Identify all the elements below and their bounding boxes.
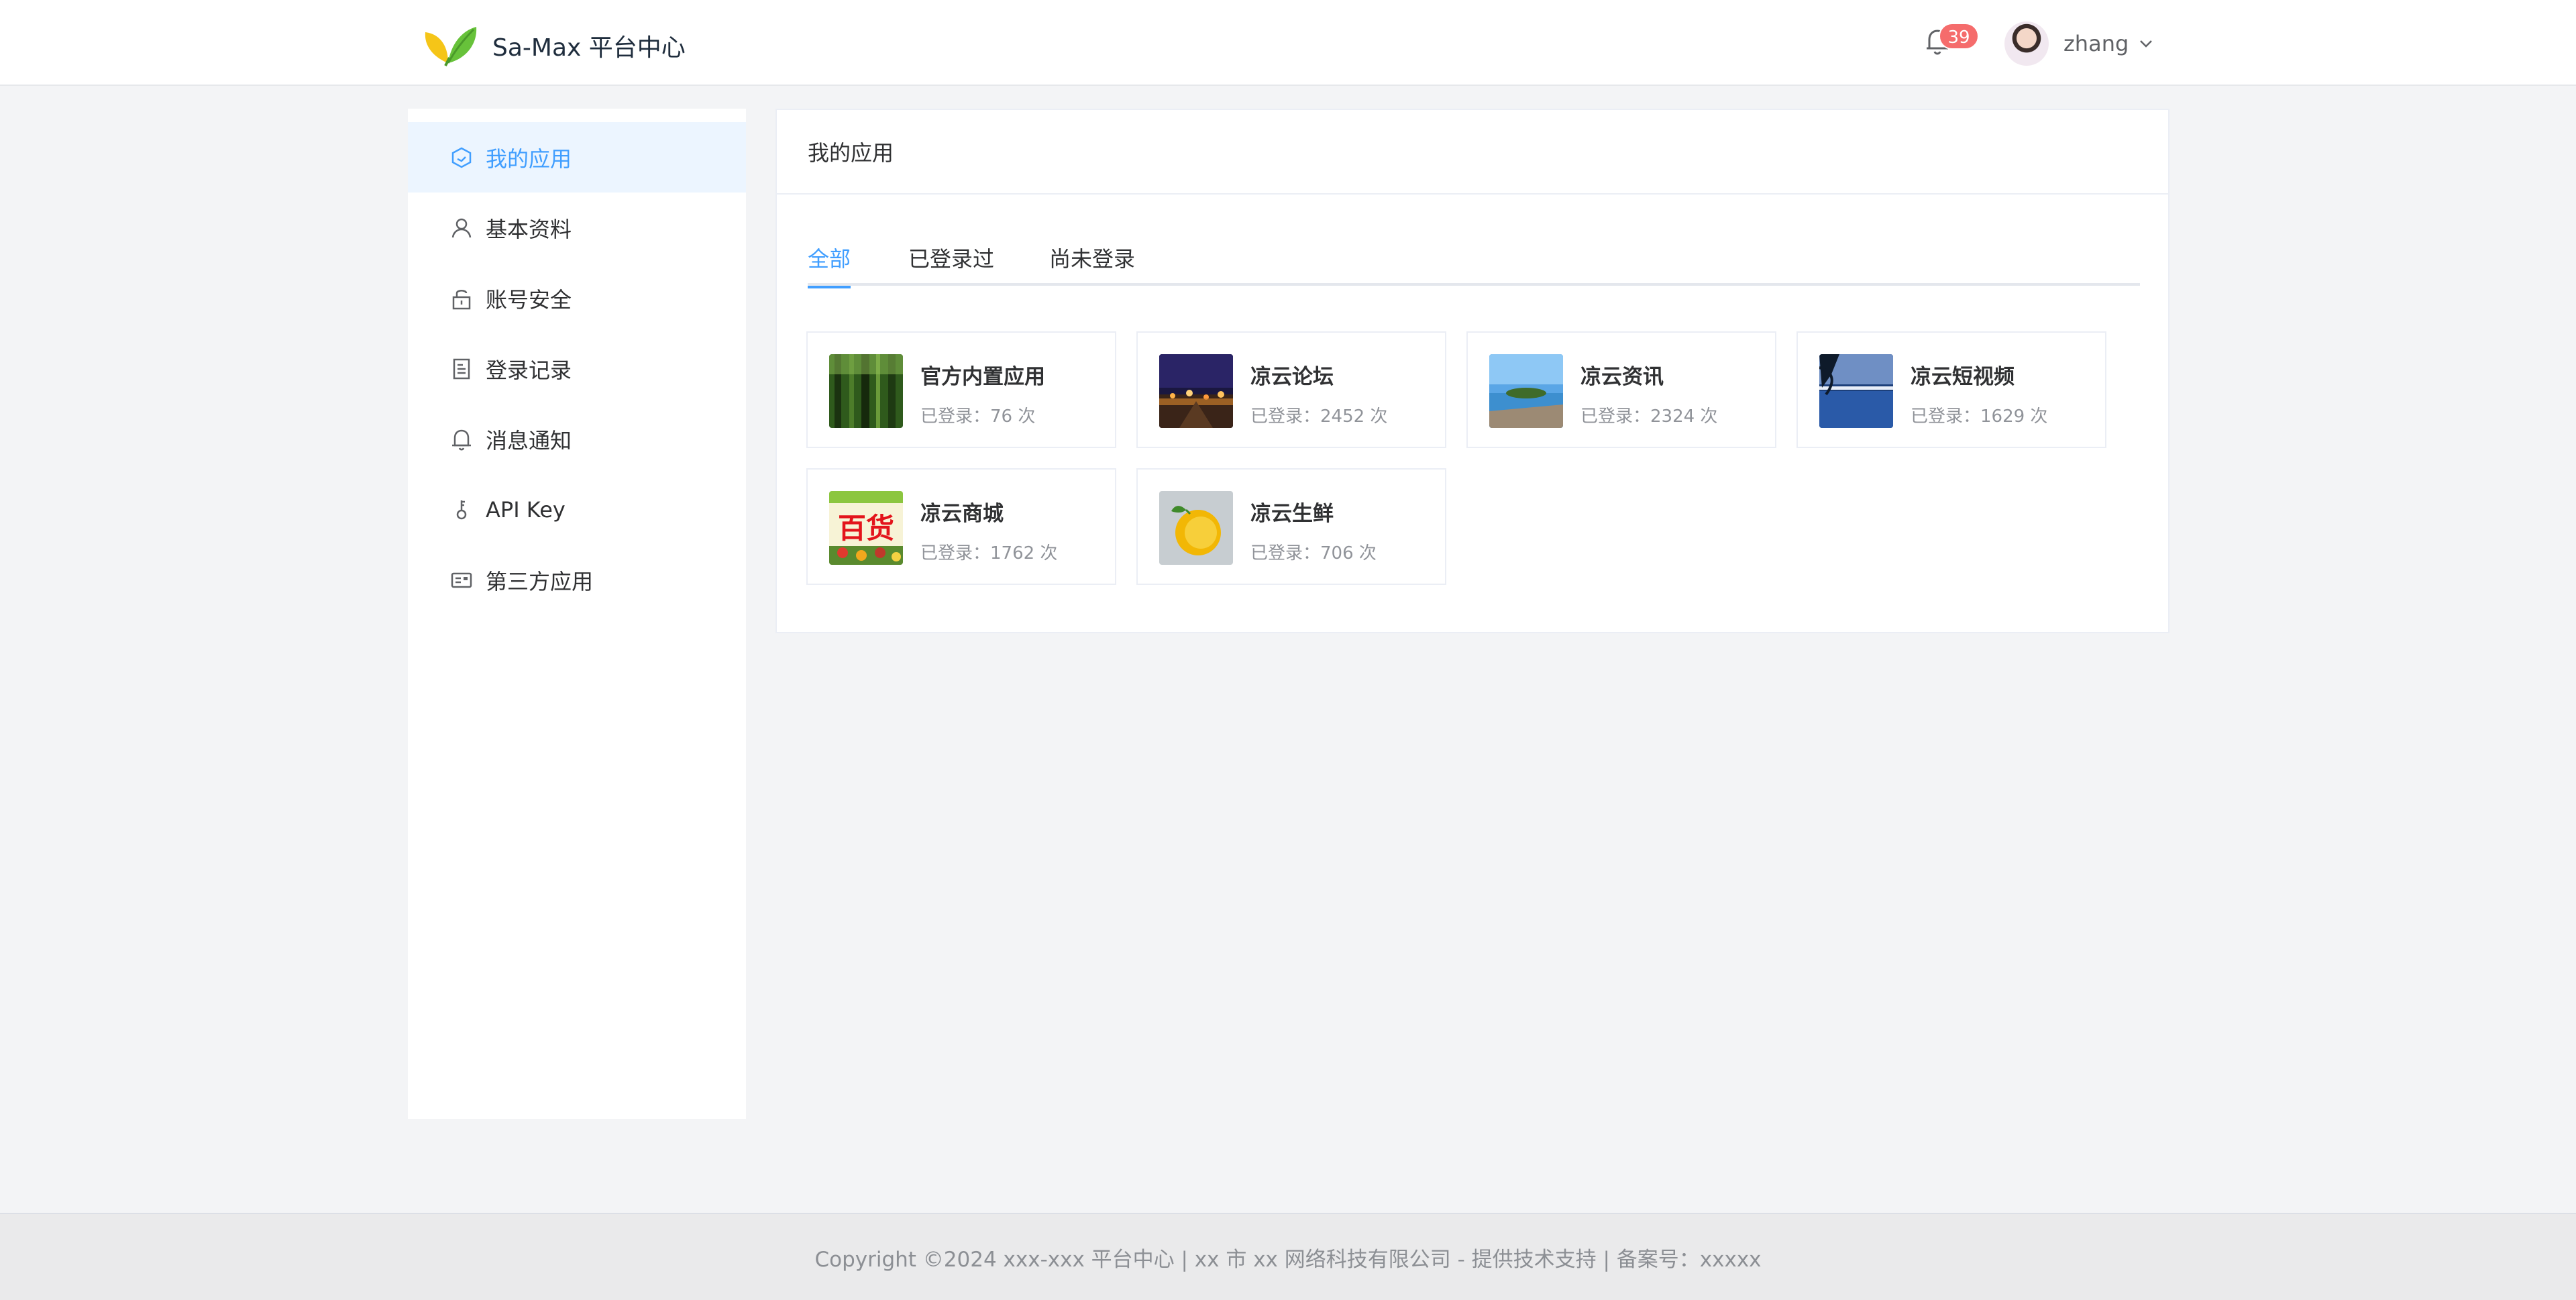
sidebar-item-label: 账号安全 [486, 286, 572, 313]
app-card[interactable]: 凉云资讯 已登录：2324 次 [1466, 331, 1776, 448]
bell-icon [452, 429, 471, 450]
avatar [2004, 21, 2049, 66]
sidebar-item-label: 登录记录 [486, 357, 572, 383]
sidebar-item-third-party-apps[interactable]: 第三方应用 [408, 545, 746, 615]
sidebar-item-profile[interactable]: 基本资料 [408, 193, 746, 263]
app-login-count: 已登录：706 次 [1250, 543, 1377, 563]
app-login-count: 已登录：1762 次 [920, 543, 1058, 563]
sidebar-item-label: 基本资料 [486, 216, 572, 242]
card-title: 我的应用 [777, 110, 2168, 195]
my-apps-card: 我的应用 全部 已登录过 尚未登录 官方内置应用 已登录：76 次 凉云论坛 已… [775, 109, 2169, 633]
app-name: 凉云生鲜 [1250, 502, 1334, 526]
app-name: 凉云商城 [920, 502, 1004, 526]
orange-image [1159, 491, 1233, 565]
app-card[interactable]: 凉云生鲜 已登录：706 次 [1136, 468, 1446, 585]
app-filter-tabs: 全部 已登录过 尚未登录 [808, 239, 2140, 288]
app-name: 凉云短视频 [1911, 365, 2015, 389]
footer: Copyright ©2024 xxx-xxx 平台中心 | xx 市 xx 网… [0, 1213, 2576, 1300]
tab-not-logged-in[interactable]: 尚未登录 [1049, 239, 1135, 286]
sidebar-item-notifications[interactable]: 消息通知 [408, 404, 746, 474]
app-name: 凉云资讯 [1580, 365, 1664, 389]
sidebar-item-my-apps[interactable]: 我的应用 [408, 122, 746, 193]
tab-logged-in[interactable]: 已登录过 [908, 239, 994, 286]
unlock-icon [452, 289, 471, 309]
user-menu[interactable]: zhang [2004, 21, 2154, 66]
app-name: 凉云论坛 [1250, 365, 1334, 389]
sidebar-menu: 我的应用 基本资料 账号安全 登录记录 消息通知 API Key 第三方应用 [408, 122, 746, 615]
sidebar: 我的应用 基本资料 账号安全 登录记录 消息通知 API Key 第三方应用 [408, 109, 746, 1119]
cube-icon [451, 147, 472, 168]
sidebar-item-security[interactable]: 账号安全 [408, 263, 746, 333]
copyright-text: Copyright ©2024 xxx-xxx 平台中心 | xx 市 xx 网… [814, 1247, 1762, 1272]
top-header: Sa-Max 平台中心 39 zhang [0, 0, 2576, 86]
app-card[interactable]: 凉云短视频 已登录：1629 次 [1796, 331, 2106, 448]
night-city-image [1159, 354, 1233, 428]
leaf-logo-icon [425, 27, 477, 66]
app-login-count: 已登录：2324 次 [1580, 407, 1718, 427]
baihuo-image: 百货 [829, 491, 903, 565]
document-icon [453, 358, 470, 379]
app-login-count: 已登录：1629 次 [1911, 407, 2048, 427]
sidebar-item-label: 第三方应用 [486, 568, 594, 594]
app-card[interactable]: 凉云论坛 已登录：2452 次 [1136, 331, 1446, 448]
forest-image [829, 354, 903, 428]
app-card[interactable]: 官方内置应用 已登录：76 次 [806, 331, 1116, 448]
sidebar-item-label: 我的应用 [486, 146, 572, 172]
sidebar-item-login-records[interactable]: 登录记录 [408, 333, 746, 404]
app-card[interactable]: 百货 凉云商城 已登录：1762 次 [806, 468, 1116, 585]
sidebar-item-api-key[interactable]: API Key [408, 474, 746, 545]
tab-all[interactable]: 全部 [808, 239, 851, 288]
chevron-down-icon [2140, 40, 2153, 48]
key-icon [456, 500, 467, 519]
island-image [1489, 354, 1563, 428]
sidebar-item-label: API Key [486, 496, 566, 523]
username: zhang [2063, 31, 2129, 56]
baihuo-text: 百货 [838, 512, 894, 545]
app-login-count: 已登录：76 次 [920, 407, 1036, 427]
app-login-count: 已登录：2452 次 [1250, 407, 1388, 427]
brand[interactable]: Sa-Max 平台中心 [421, 24, 686, 67]
brand-title: Sa-Max 平台中心 [492, 34, 686, 62]
notification-badge: 39 [1939, 23, 1979, 50]
sidebar-item-label: 消息通知 [486, 427, 572, 453]
app-name: 官方内置应用 [920, 365, 1045, 389]
postcard-icon [451, 572, 472, 588]
user-icon [451, 218, 472, 237]
lake-image [1819, 354, 1893, 428]
